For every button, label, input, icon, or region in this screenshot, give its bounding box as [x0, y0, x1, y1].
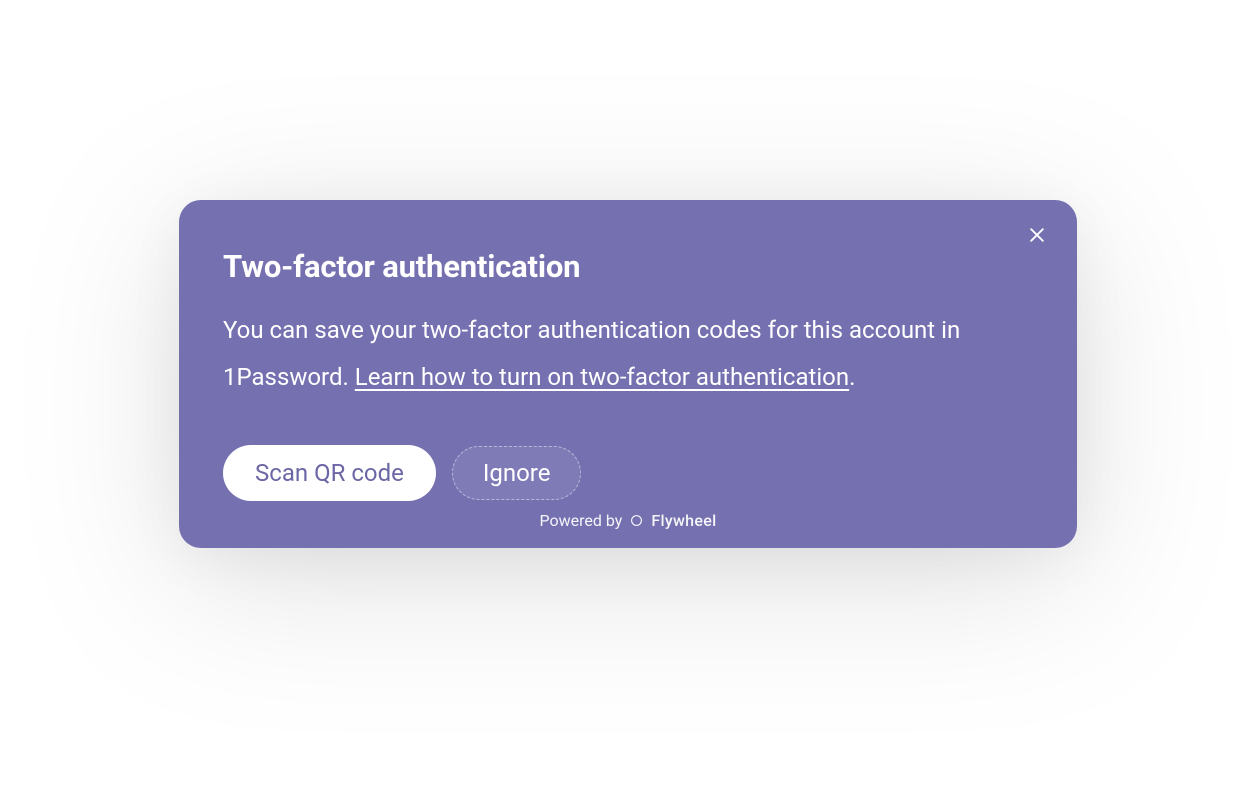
close-icon — [1027, 225, 1047, 248]
ignore-button[interactable]: Ignore — [452, 446, 582, 500]
flywheel-icon — [630, 514, 643, 527]
close-button[interactable] — [1023, 222, 1051, 250]
scan-qr-code-button[interactable]: Scan QR code — [223, 445, 436, 501]
description-suffix: . — [849, 363, 855, 391]
powered-by-footer: Powered by Flywheel — [223, 511, 1033, 530]
two-factor-dialog: Two-factor authentication You can save y… — [179, 200, 1077, 548]
powered-by-label: Powered by — [540, 511, 623, 530]
learn-more-link[interactable]: Learn how to turn on two-factor authenti… — [355, 363, 849, 391]
dialog-title: Two-factor authentication — [223, 248, 1033, 285]
brand-name: Flywheel — [651, 511, 716, 530]
dialog-actions: Scan QR code Ignore — [223, 445, 1033, 501]
dialog-description: You can save your two-factor authenticat… — [223, 307, 1033, 401]
